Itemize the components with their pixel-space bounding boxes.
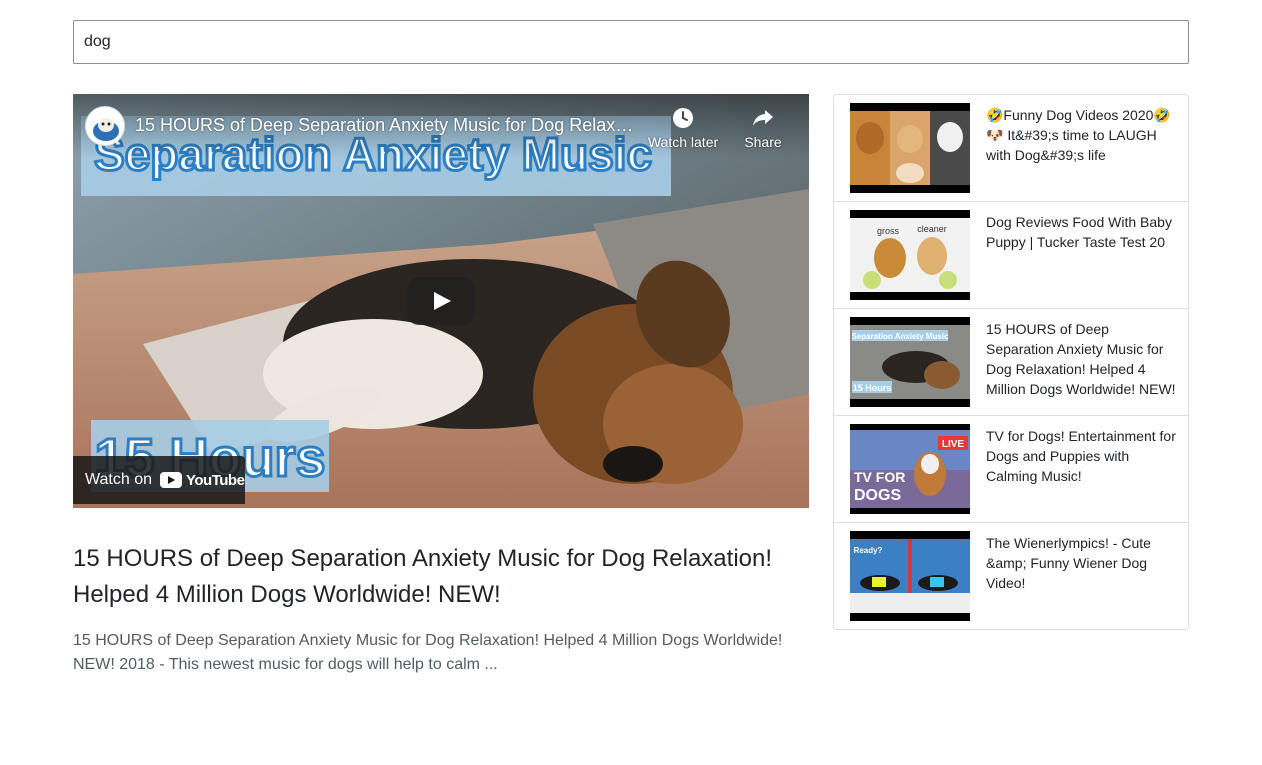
separation-anxiety-thumbnail-image: Separation Anxiety Music 15 Hours bbox=[850, 317, 970, 407]
youtube-play-icon bbox=[160, 472, 182, 488]
list-item-title: TV for Dogs! Entertainment for Dogs and … bbox=[986, 428, 1176, 484]
clock-icon bbox=[673, 108, 693, 128]
video-thumbnail bbox=[850, 103, 970, 193]
video-list: 🤣Funny Dog Videos 2020🤣 🐶 It&#39;s time … bbox=[833, 94, 1189, 630]
play-button[interactable] bbox=[407, 277, 475, 325]
share-arrow-icon bbox=[753, 110, 773, 126]
youtube-wordmark: YouTube bbox=[186, 471, 245, 489]
search-bar bbox=[73, 20, 1189, 64]
list-item[interactable]: gross cleaner Dog Reviews Food With Baby… bbox=[834, 202, 1188, 309]
search-input[interactable] bbox=[73, 20, 1189, 64]
share-label: Share bbox=[744, 134, 782, 150]
youtube-logo: YouTube bbox=[160, 471, 245, 489]
video-thumbnail: gross cleaner bbox=[850, 210, 970, 300]
dog-avatar-icon bbox=[86, 107, 124, 145]
watch-on-label: Watch on bbox=[85, 471, 152, 488]
dog-reviews-thumbnail-image: gross cleaner bbox=[850, 210, 970, 300]
list-item[interactable]: 🤣Funny Dog Videos 2020🤣 🐶 It&#39;s time … bbox=[834, 95, 1188, 202]
channel-avatar[interactable] bbox=[85, 106, 125, 146]
video-thumbnail: Separation Anxiety Music 15 Hours bbox=[850, 317, 970, 407]
thumb-tv-for-text: TV FOR bbox=[854, 469, 905, 485]
thumb-dogs-text: DOGS bbox=[854, 487, 901, 504]
watch-on-youtube-button[interactable]: Watch on YouTube bbox=[73, 456, 245, 504]
thumb-gross-text: gross bbox=[877, 226, 900, 236]
list-item-title: Dog Reviews Food With Baby Puppy | Tucke… bbox=[986, 214, 1172, 250]
list-item[interactable]: Ready? The Wienerlympics! - Cute &amp; F… bbox=[834, 523, 1188, 629]
list-item[interactable]: LIVE TV FOR DOGS TV for Dogs! Entertainm… bbox=[834, 416, 1188, 523]
list-item-title: 15 HOURS of Deep Separation Anxiety Musi… bbox=[986, 321, 1176, 397]
thumb-bottom-text: 15 Hours bbox=[853, 383, 892, 393]
thumb-ready-text: Ready? bbox=[854, 546, 883, 555]
funny-dogs-thumbnail-image bbox=[850, 103, 970, 193]
thumb-top-text: Separation Anxiety Music bbox=[851, 332, 949, 341]
video-thumbnail: LIVE TV FOR DOGS bbox=[850, 424, 970, 514]
live-badge-text: LIVE bbox=[942, 439, 965, 450]
player-video-title[interactable]: 15 HOURS of Deep Separation Anxiety Musi… bbox=[135, 115, 640, 139]
watch-later-button[interactable]: Watch later bbox=[643, 106, 723, 150]
watch-later-label: Watch later bbox=[647, 134, 719, 150]
list-item-title: 🤣Funny Dog Videos 2020🤣 🐶 It&#39;s time … bbox=[986, 107, 1171, 163]
main-video-title: 15 HOURS of Deep Separation Anxiety Musi… bbox=[73, 545, 773, 608]
main-video-description: 15 HOURS of Deep Separation Anxiety Musi… bbox=[73, 632, 783, 673]
tv-for-dogs-thumbnail-image: LIVE TV FOR DOGS bbox=[850, 424, 970, 514]
list-item-title: The Wienerlympics! - Cute &amp; Funny Wi… bbox=[986, 535, 1151, 591]
thumb-cleaner-text: cleaner bbox=[917, 224, 947, 234]
video-thumbnail: Ready? bbox=[850, 531, 970, 621]
video-player[interactable]: Separation Anxiety Music 15 Hours 15 HOU… bbox=[73, 94, 809, 508]
wienerlympics-thumbnail-image: Ready? bbox=[850, 531, 970, 621]
share-button[interactable]: Share bbox=[723, 106, 803, 150]
list-item[interactable]: Separation Anxiety Music 15 Hours 15 HOU… bbox=[834, 309, 1188, 416]
